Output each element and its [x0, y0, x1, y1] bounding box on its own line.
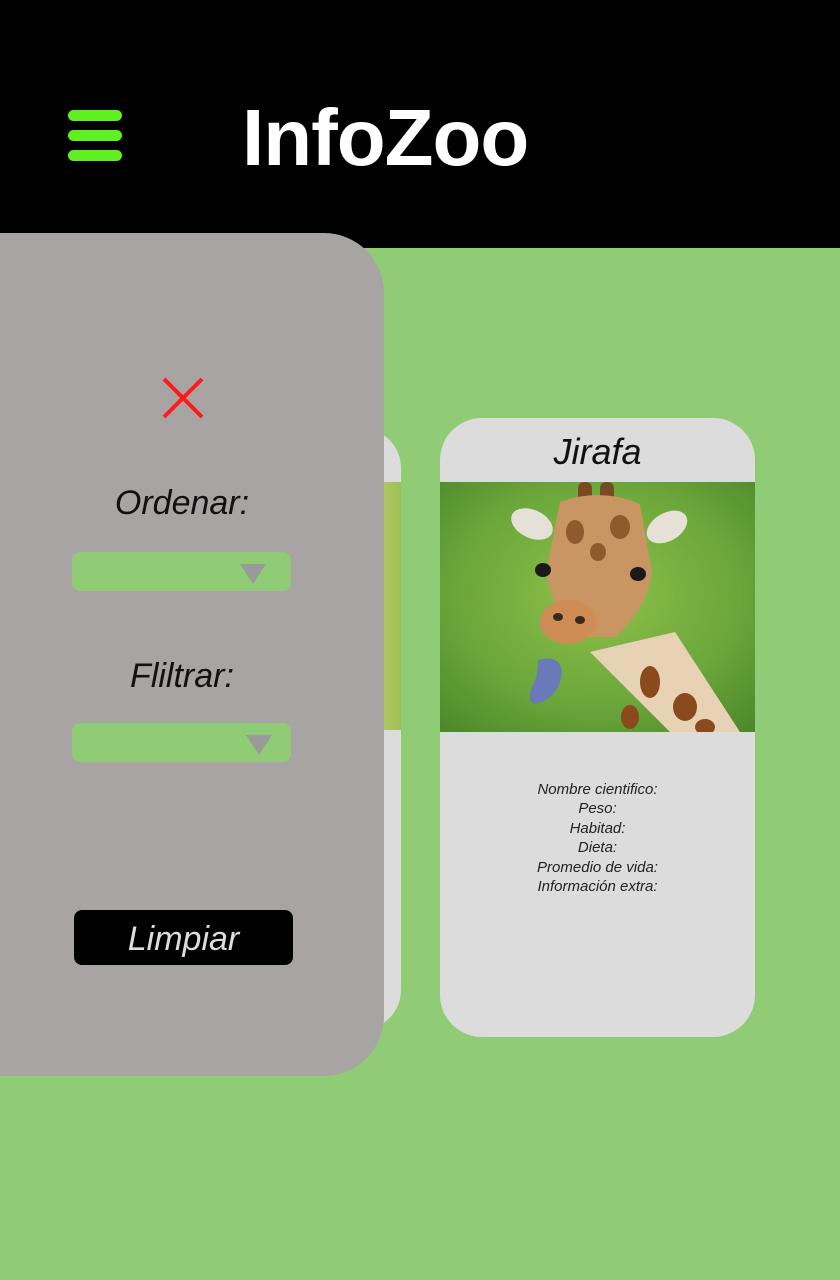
app-header: InfoZoo	[0, 0, 840, 248]
dropdown-arrow-icon	[240, 564, 266, 584]
field-weight: Peso:	[578, 800, 617, 818]
animal-card-title: Jirafa	[553, 431, 642, 472]
field-extra-info: Información extra:	[537, 878, 658, 896]
sort-select[interactable]	[72, 552, 291, 591]
close-x-icon[interactable]	[160, 375, 206, 421]
field-lifespan: Promedio de vida:	[537, 858, 658, 876]
field-habitat: Habitad:	[569, 819, 626, 837]
app-title: InfoZoo	[242, 93, 529, 182]
field-diet: Dieta:	[577, 839, 618, 857]
dropdown-arrow-icon	[246, 735, 272, 755]
animal-card[interactable]: Jirafa Nombre cientifico: Peso: Habitad:…	[440, 418, 755, 1037]
giraffe-photo	[440, 482, 755, 732]
filter-select[interactable]	[72, 723, 291, 762]
sort-label: Ordenar:	[114, 484, 250, 522]
animal-card-info: Nombre cientifico: Peso: Habitad: Dieta:…	[440, 780, 755, 896]
field-scientific-name: Nombre cientifico:	[537, 781, 658, 798]
filter-label: Fliltrar:	[130, 657, 234, 695]
hamburger-menu-icon[interactable]	[68, 110, 122, 162]
clear-button[interactable]: Limpiar	[74, 910, 293, 965]
